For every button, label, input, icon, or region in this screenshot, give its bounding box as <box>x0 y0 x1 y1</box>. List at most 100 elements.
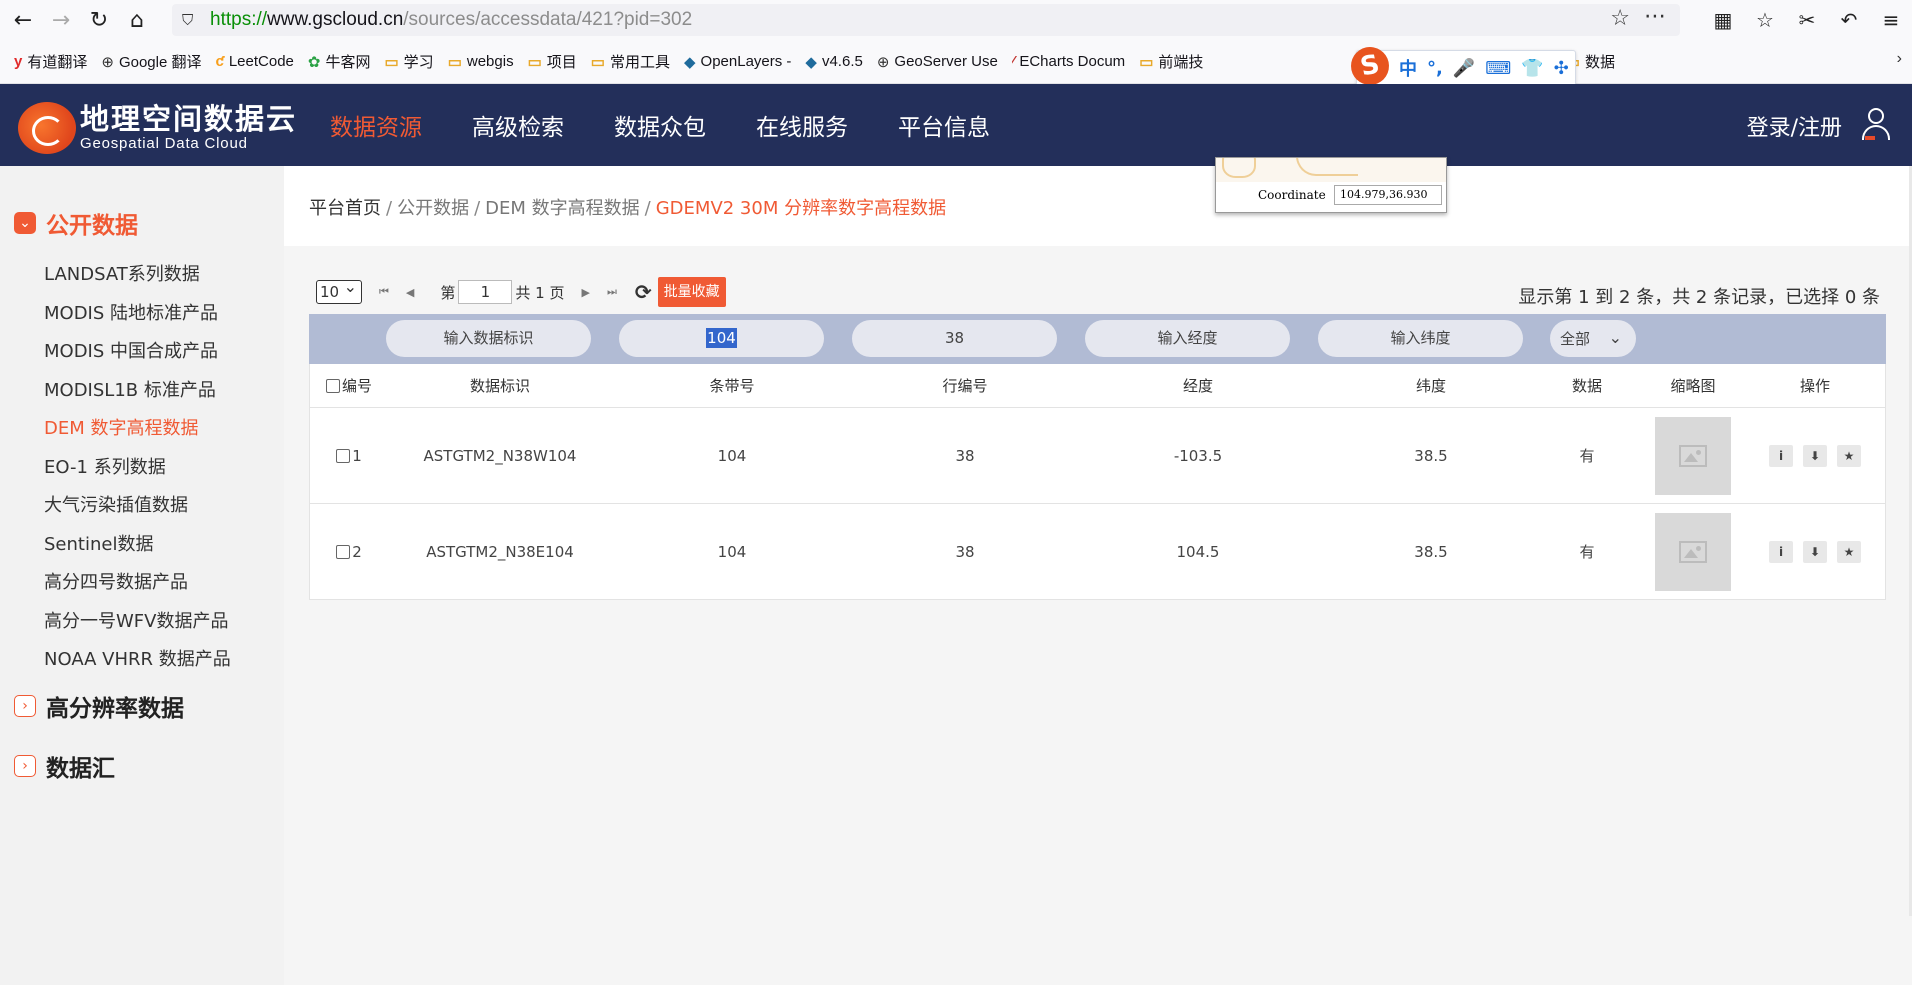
reload-icon[interactable]: ↻ <box>84 5 114 35</box>
coordinate-field[interactable]: 104.979,36.930 <box>1334 185 1442 205</box>
chevron-down-icon: ⌄ <box>1608 328 1622 347</box>
sidebar-category-public-data[interactable]: ⌄ 公开数据 <box>14 206 138 240</box>
category-label: 高分辨率数据 <box>46 696 184 722</box>
sidebar-item[interactable]: Sentinel数据 <box>44 526 231 565</box>
undo-icon[interactable]: ↶ <box>1828 8 1870 32</box>
ime-apps-icon[interactable]: ✣ <box>1554 58 1569 79</box>
bookmark-item[interactable]: ◆ OpenLayers - <box>684 53 791 71</box>
menu-icon[interactable]: ≡ <box>1870 8 1912 32</box>
cell-row: 38 <box>955 446 975 465</box>
nav-item[interactable]: 数据众包 <box>614 108 706 142</box>
user-icon[interactable] <box>1860 108 1892 142</box>
ime-punctuation-icon[interactable]: °, <box>1427 58 1443 79</box>
breadcrumb: 平台首页 / 公开数据 / DEM 数字高程数据 / GDEMV2 30M 分辨率数字高程数… <box>309 194 946 220</box>
sidebar-item[interactable]: 大气污染插值数据 <box>44 487 231 526</box>
bookmark-item[interactable]: ✿ 牛客网 <box>308 51 371 72</box>
bookmark-item[interactable]: ▭ 学习 <box>384 51 433 72</box>
bookmark-item[interactable]: ▭ 前端技 <box>1139 51 1203 72</box>
site-logo[interactable]: 地理空间数据云 Geospatial Data Cloud <box>18 102 297 154</box>
sidebar-item[interactable]: NOAA VHRR 数据产品 <box>44 641 231 680</box>
more-icon[interactable]: ⋯ <box>1644 4 1666 29</box>
ime-chinese-icon[interactable]: 中 <box>1399 55 1417 81</box>
data-availability-select[interactable]: 全部 ⌄ <box>1550 320 1636 357</box>
batch-collect-button[interactable]: 批量收藏 <box>657 277 726 307</box>
bookmark-item[interactable]: ◆ v4.6.5 <box>805 53 862 71</box>
bookmark-item[interactable]: ▭ 常用工具 <box>591 51 670 72</box>
download-icon[interactable]: ⬇ <box>1803 444 1827 467</box>
first-page-icon[interactable]: ⏮ <box>379 285 389 299</box>
page-size-select[interactable]: 10 <box>316 276 362 304</box>
info-icon[interactable]: i <box>1769 540 1793 563</box>
last-page-icon[interactable]: ⏭ <box>607 285 617 299</box>
bookmarks-menu-icon[interactable]: ☆ <box>1744 8 1786 32</box>
bookmark-item[interactable]: y 有道翻译 <box>14 51 87 72</box>
sidebar-item[interactable]: MODIS 中国合成产品 <box>44 333 231 372</box>
row-checkbox[interactable] <box>336 448 351 463</box>
bookmarks-overflow-icon[interactable]: › <box>1897 50 1902 68</box>
lat-filter[interactable]: 输入纬度 <box>1318 320 1523 357</box>
category-label: 数据汇 <box>46 756 115 782</box>
sidebar-item[interactable]: DEM 数字高程数据 <box>44 410 231 449</box>
bookmark-item[interactable]: ▭ webgis <box>448 53 514 71</box>
nav-item[interactable]: 数据资源 <box>330 108 422 142</box>
url-text[interactable]: https://www.gscloud.cn/sources/accessdat… <box>210 9 692 31</box>
bookmark-star-icon[interactable]: ☆ <box>1610 6 1630 31</box>
next-page-icon[interactable]: ▶ <box>581 286 589 299</box>
sidebar-item[interactable]: EO-1 系列数据 <box>44 449 231 488</box>
thumbnail[interactable] <box>1655 512 1731 591</box>
main-nav: 数据资源 高级检索 数据众包 在线服务 平台信息 <box>330 84 1040 166</box>
login-register-link[interactable]: 登录/注册 <box>1747 110 1842 142</box>
ime-voice-icon[interactable]: 🎤 <box>1453 58 1475 79</box>
extensions-icon[interactable]: ▦ <box>1702 8 1744 32</box>
chevron-right-icon: › <box>14 755 36 777</box>
bookmark-item[interactable]: ⁄ ECharts Docum <box>1012 53 1125 70</box>
openlayers-icon: ◆ <box>805 53 817 71</box>
logo-title-en: Geospatial Data Cloud <box>80 135 248 152</box>
page-number-input[interactable]: 1 <box>458 280 513 304</box>
info-icon[interactable]: i <box>1769 444 1793 467</box>
sidebar-category-high-res[interactable]: › 高分辨率数据 <box>14 689 184 723</box>
nav-item[interactable]: 在线服务 <box>756 108 848 142</box>
back-icon[interactable]: ← <box>8 5 38 35</box>
lon-filter[interactable]: 输入经度 <box>1085 320 1290 357</box>
folder-icon: ▭ <box>527 53 542 71</box>
bookmark-item[interactable]: ▭ 项目 <box>528 51 577 72</box>
thumbnail[interactable] <box>1655 416 1731 495</box>
screenshot-icon[interactable]: ✂ <box>1786 8 1828 32</box>
sidebar-item[interactable]: 高分四号数据产品 <box>44 564 231 603</box>
url-bar[interactable]: ⛉ https://www.gscloud.cn/sources/accessd… <box>172 4 1680 36</box>
breadcrumb-public-data[interactable]: 公开数据 <box>397 198 469 219</box>
nav-item[interactable]: 平台信息 <box>898 108 990 142</box>
sidebar-item[interactable]: MODIS 陆地标准产品 <box>44 295 231 334</box>
map-thumbnail[interactable] <box>1216 158 1446 182</box>
shield-icon[interactable]: ⛉ <box>182 11 210 29</box>
bookmark-item[interactable]: ⊕ GeoServer Use <box>877 53 998 71</box>
breadcrumb-dem[interactable]: DEM 数字高程数据 <box>485 198 640 219</box>
prev-page-icon[interactable]: ◀ <box>406 286 414 299</box>
download-icon[interactable]: ⬇ <box>1803 540 1827 563</box>
ime-toolbar[interactable]: S 中 °, 🎤 ⌨ 👕 ✣ <box>1347 43 1576 89</box>
star-icon[interactable]: ★ <box>1837 540 1861 563</box>
ime-skin-icon[interactable]: 👕 <box>1521 58 1543 79</box>
nav-item[interactable]: 高级检索 <box>472 108 564 142</box>
sidebar-category-data-hub[interactable]: › 数据汇 <box>14 749 115 783</box>
data-id-filter[interactable]: 输入数据标识 <box>386 320 591 357</box>
breadcrumb-home[interactable]: 平台首页 <box>309 198 381 219</box>
home-icon[interactable]: ⌂ <box>122 5 152 35</box>
star-icon[interactable]: ★ <box>1837 444 1861 467</box>
sidebar-item[interactable]: 高分一号WFV数据产品 <box>44 603 231 642</box>
row-checkbox[interactable] <box>336 544 351 559</box>
bookmarks-bar: y 有道翻译 ⊕ Google 翻译 ƈ LeetCode ✿ 牛客网 ▭ 学习 ▭ webgis ▭ 项… <box>0 40 1912 84</box>
forward-icon[interactable]: → <box>46 5 76 35</box>
sidebar-item[interactable]: MODISL1B 标准产品 <box>44 372 231 411</box>
refresh-icon[interactable]: ⟳ <box>635 280 652 304</box>
sidebar-item[interactable]: LANDSAT系列数据 <box>44 256 231 295</box>
category-label: 公开数据 <box>46 213 138 239</box>
youdao-icon: y <box>14 53 23 70</box>
path-filter[interactable]: 104 <box>619 320 824 357</box>
select-all-checkbox[interactable] <box>325 378 340 393</box>
ime-keyboard-icon[interactable]: ⌨ <box>1485 58 1511 79</box>
row-filter[interactable]: 38 <box>852 320 1057 357</box>
bookmark-item[interactable]: ƈ LeetCode <box>215 53 293 70</box>
bookmark-item[interactable]: ⊕ Google 翻译 <box>101 51 201 72</box>
